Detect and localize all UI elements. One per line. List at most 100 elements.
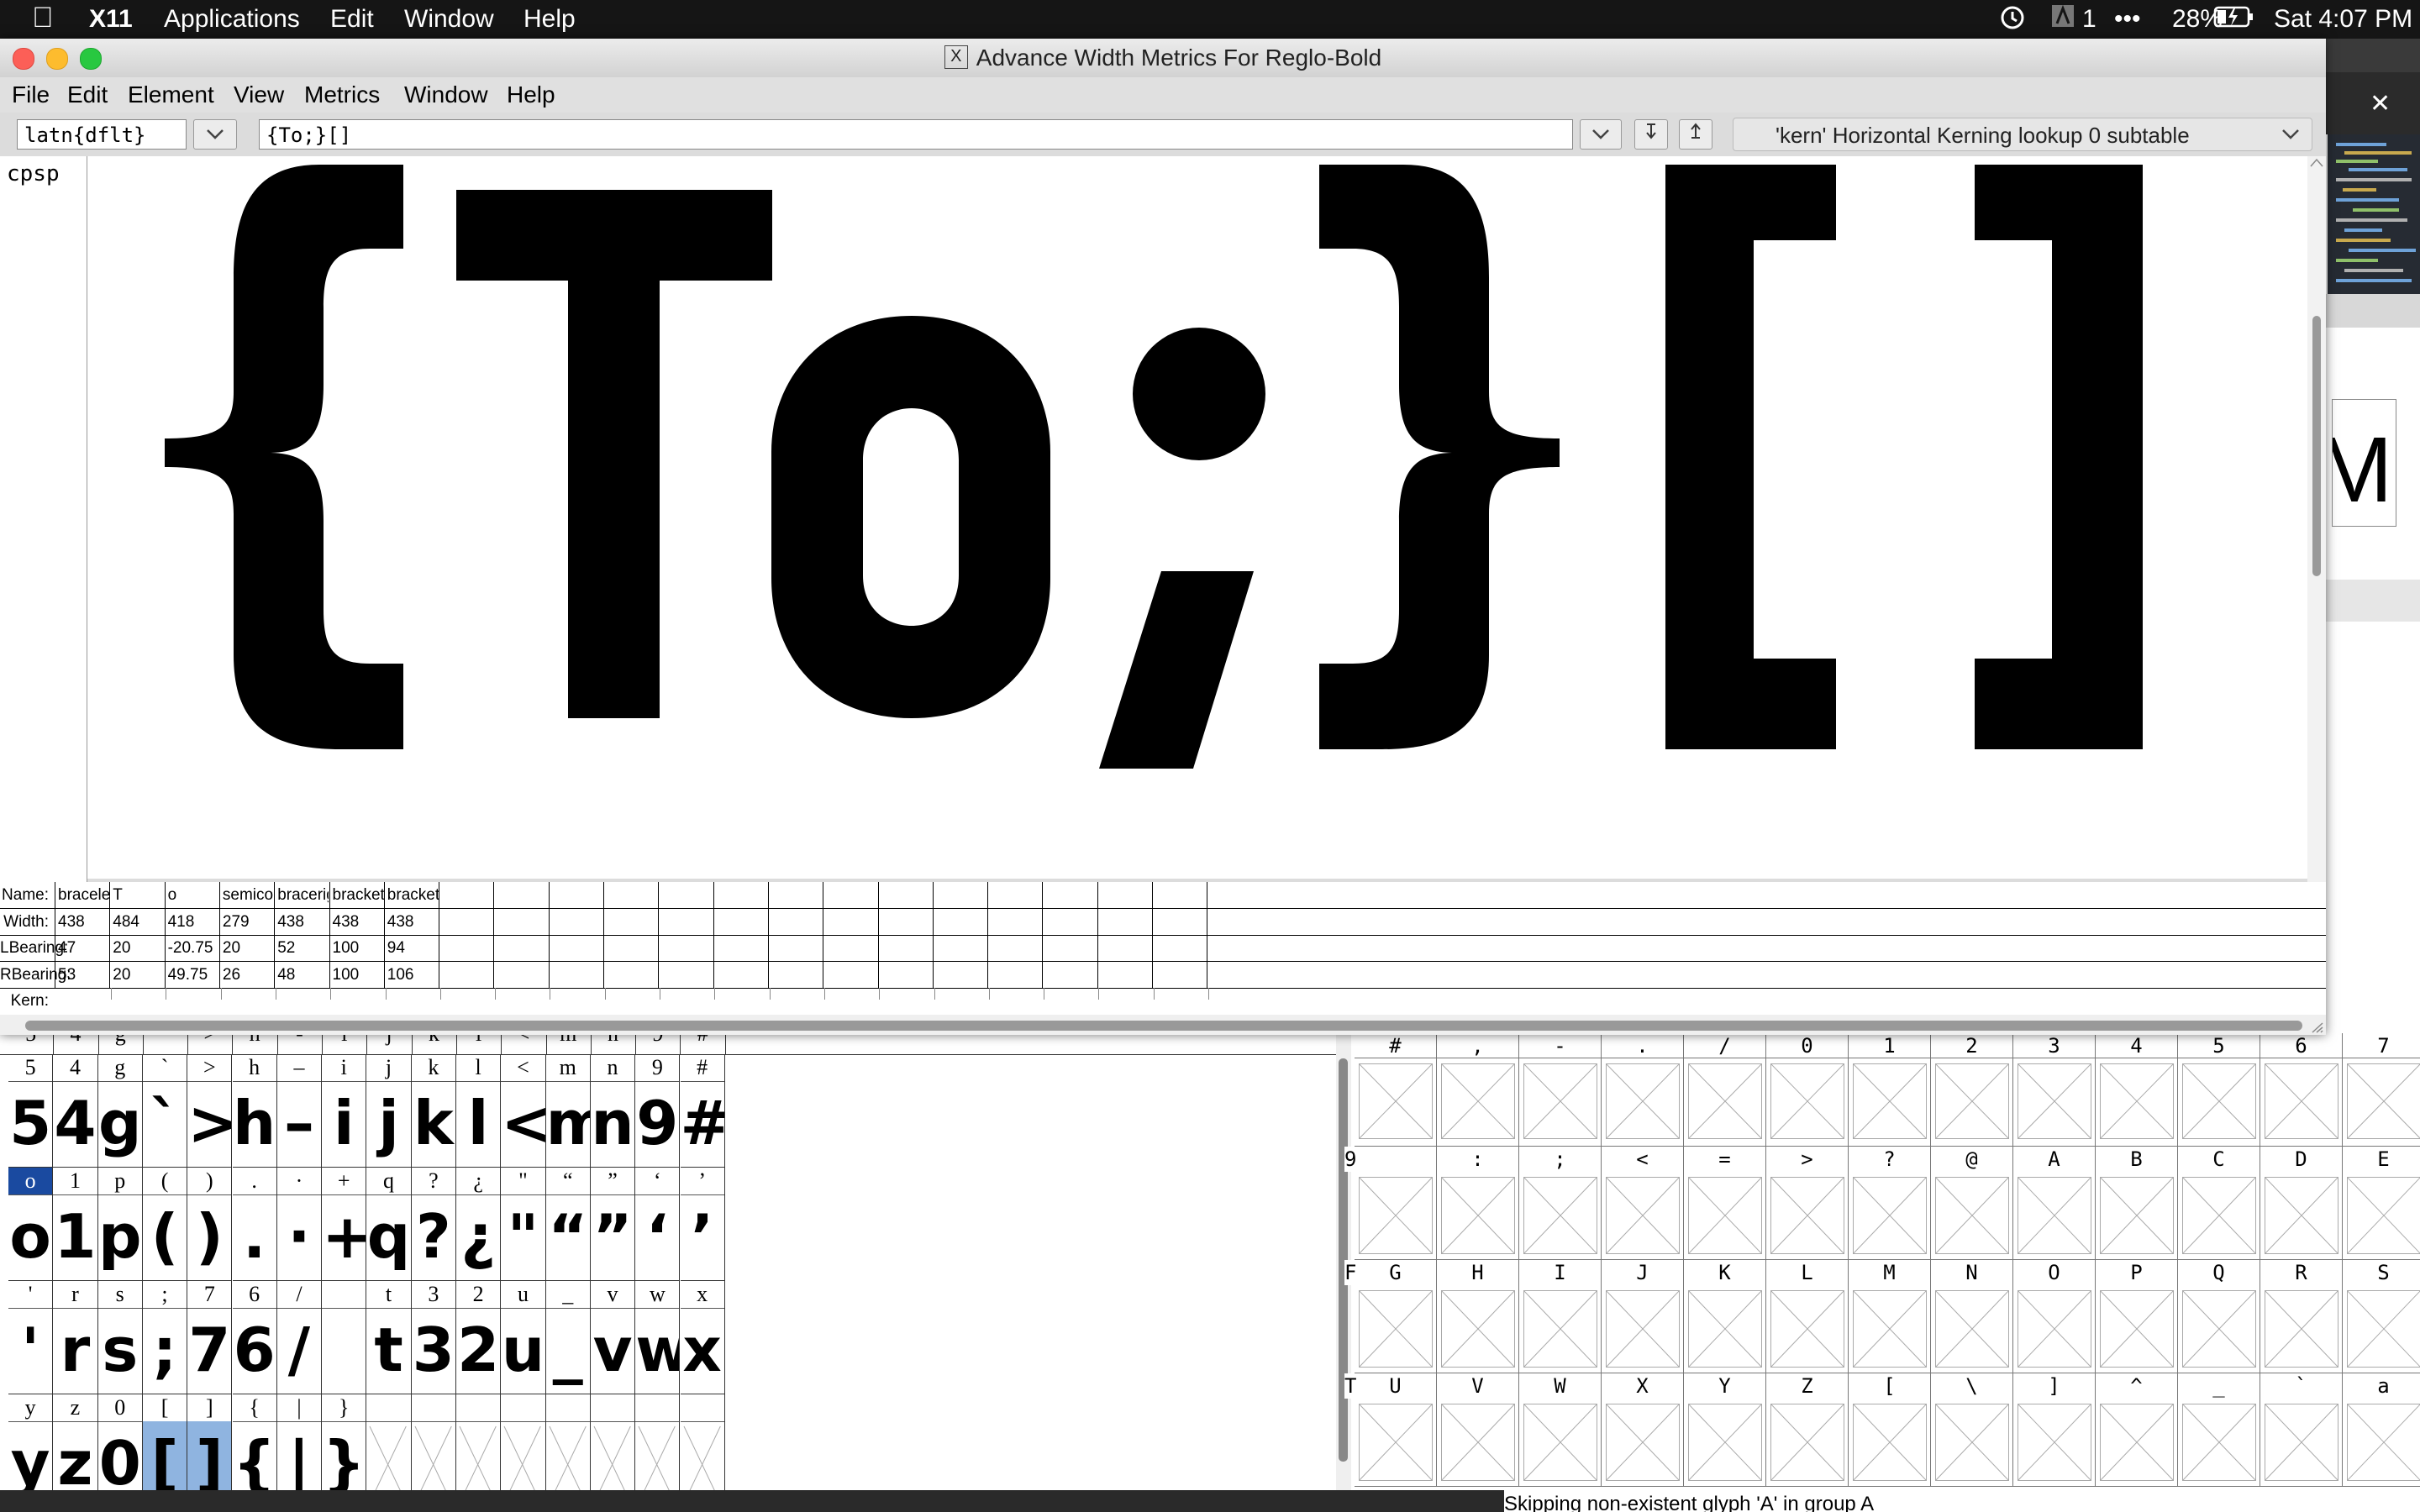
empty-glyph-cell[interactable]: ; [1519,1147,1602,1260]
glyph-cell[interactable]: ii [322,1054,367,1168]
glyph-cell[interactable]: 11 [53,1168,98,1281]
glyph-cell[interactable]: _ _ [545,1281,591,1394]
metric-empty-cell[interactable] [713,908,768,935]
glyph-cell[interactable]: pp [97,1168,143,1281]
glyph-cell[interactable]: ““ [545,1168,591,1281]
glyph-cell[interactable]: ’’ [680,1168,725,1281]
horizontal-scroll-thumb[interactable] [25,1021,2302,1031]
script-lang-field[interactable]: latn{dflt} [17,119,187,150]
glyph-cell[interactable]: gg [97,1054,143,1168]
menu-help[interactable]: Help [507,77,555,113]
time-machine-icon[interactable] [1998,3,2027,40]
previous-line-button[interactable] [1634,119,1668,150]
next-line-button[interactable] [1679,119,1712,150]
empty-glyph-cell[interactable] [2343,1058,2420,1147]
kern-cell[interactable] [879,988,934,1000]
metric-lbearing-cell[interactable]: 47 [55,935,109,961]
kern-cell[interactable] [439,988,495,1000]
empty-glyph-cell[interactable]: ? [1849,1147,1931,1260]
glyph-cell[interactable]: 33 [411,1281,456,1394]
metric-width-cell[interactable]: 279 [218,908,274,935]
glyph-cell[interactable]: 99 [635,1054,681,1168]
empty-glyph-cell[interactable]: [ [1849,1373,1931,1487]
script-dropdown-button[interactable] [193,119,237,150]
text-input[interactable]: {To;}[] [259,119,1573,150]
empty-glyph-cell[interactable]: G [1355,1260,1437,1373]
adobe-icon[interactable] [2050,3,2075,37]
empty-glyph-cell[interactable] [1519,1058,1602,1147]
kern-cell[interactable] [714,988,769,1000]
empty-glyph-cell[interactable]: A [2013,1147,2096,1260]
empty-glyph-cell[interactable]: W [1519,1373,1602,1487]
metric-empty-cell[interactable] [767,961,823,988]
metric-empty-cell[interactable] [1207,908,1261,935]
menubar-applications[interactable]: Applications [164,3,300,35]
close-icon[interactable]: ✕ [2370,89,2391,118]
metric-rbearing-cell[interactable]: 106 [383,961,439,988]
empty-glyph-cell[interactable] [1684,1058,1766,1147]
glyph-cell[interactable]: – – [276,1054,323,1168]
glyph-cell[interactable]: kk [411,1054,456,1168]
empty-glyph-cell[interactable]: R [2260,1260,2343,1373]
glyph-cell[interactable]: ' ' [8,1281,54,1394]
metric-empty-cell[interactable] [987,961,1042,988]
empty-glyph-cell[interactable] [2096,1058,2178,1147]
metric-empty-cell[interactable] [493,908,548,935]
empty-glyph-cell[interactable]: C [2178,1147,2260,1260]
kern-cell[interactable] [1208,988,1263,1000]
metric-empty-cell[interactable] [439,961,493,988]
empty-glyph-cell[interactable]: Z [1766,1373,1849,1487]
metric-width-cell[interactable]: 418 [164,908,219,935]
kern-cell[interactable] [823,988,879,1000]
glyph-cell[interactable]: qq [366,1168,412,1281]
empty-glyph-cell[interactable]: Y [1684,1373,1766,1487]
kern-cell[interactable] [660,988,714,1000]
metric-width-cell[interactable]: 484 [109,908,164,935]
metric-empty-cell[interactable] [548,935,603,961]
metric-empty-cell[interactable] [548,961,603,988]
glyph-cell[interactable]: (( [142,1168,188,1281]
empty-glyph-cell[interactable]: K [1684,1260,1766,1373]
menubar-clock[interactable]: Sat 4:07 PM [2274,3,2412,35]
apple-icon[interactable]:  [32,2,54,34]
glyph-cell[interactable]: / / [276,1281,323,1394]
metric-empty-cell[interactable] [1207,935,1261,961]
metric-empty-cell[interactable] [1152,961,1207,988]
feature-tag-cpsp[interactable]: cpsp [7,161,60,186]
kern-cell[interactable] [934,988,989,1000]
empty-glyph-cell[interactable]: Q [2178,1260,2260,1373]
metric-empty-cell[interactable] [932,935,987,961]
empty-glyph-cell[interactable] [1437,1058,1519,1147]
empty-glyph-cell[interactable]: J [1602,1260,1684,1373]
glyph-cell[interactable]: ss [97,1281,143,1394]
metric-empty-cell[interactable] [823,961,877,988]
glyph-cell[interactable]: >> [187,1054,233,1168]
metric-empty-cell[interactable] [1207,961,1261,988]
kern-cell[interactable] [1044,988,1098,1000]
empty-glyph-cell[interactable]: ] [2013,1373,2096,1487]
metric-empty-cell[interactable] [658,961,713,988]
metric-empty-cell[interactable] [767,908,823,935]
kern-cell[interactable] [495,988,550,1000]
empty-glyph-cell[interactable]: H [1437,1260,1519,1373]
empty-glyph-cell[interactable]: @ [1931,1147,2013,1260]
empty-glyph-cell[interactable] [1355,1058,1437,1147]
menu-element[interactable]: Element [128,77,214,113]
metric-empty-cell[interactable] [603,908,658,935]
text-dropdown-button[interactable] [1580,119,1622,150]
metric-empty-cell[interactable] [439,908,493,935]
glyph-cell[interactable]: rr [53,1281,98,1394]
metric-rbearing-cell[interactable]: 100 [329,961,384,988]
glyph-cell[interactable]: mm [545,1054,591,1168]
menubar-edit[interactable]: Edit [330,3,374,35]
empty-glyph-cell[interactable]: L [1766,1260,1849,1373]
lookup-subtable-dropdown[interactable]: 'kern' Horizontal Kerning lookup 0 subta… [1733,118,2312,151]
empty-glyph-cell[interactable]: P [2096,1260,2178,1373]
metric-rbearing-cell[interactable]: 20 [109,961,164,988]
empty-glyph-cell[interactable]: E [2343,1147,2420,1260]
glyph-cell[interactable]: ll [456,1054,502,1168]
empty-glyph-cell[interactable]: \ [1931,1373,2013,1487]
glyph-cell[interactable]: 77 [187,1281,233,1394]
kern-cell[interactable] [550,988,604,1000]
menu-view[interactable]: View [234,77,284,113]
